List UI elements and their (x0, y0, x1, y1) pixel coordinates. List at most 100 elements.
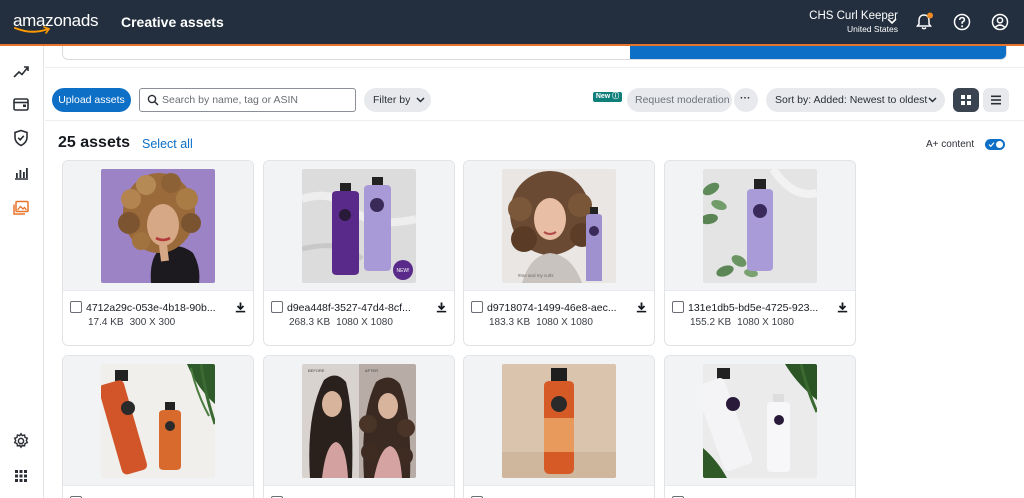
creative-assets-icon[interactable] (11, 198, 31, 218)
download-icon[interactable] (235, 302, 246, 313)
search-icon (147, 94, 159, 106)
asset-thumbnail-area (665, 356, 855, 486)
toggle-knob (996, 141, 1003, 148)
aplus-content-toggle[interactable] (985, 139, 1005, 150)
logo-smile-icon (14, 26, 51, 34)
account-switcher[interactable]: CHS Curl Keeper United States (809, 9, 898, 35)
chevron-down-icon[interactable] (886, 16, 898, 26)
page-title: Creative assets (121, 14, 224, 30)
asset-select-checkbox[interactable] (471, 301, 483, 313)
asset-thumbnail-area (464, 356, 654, 486)
banner-highlight (630, 46, 1006, 59)
shield-icon[interactable] (11, 128, 31, 148)
request-moderation-button[interactable]: Request moderation (627, 88, 732, 112)
info-icon: ⓘ (610, 93, 620, 100)
asset-thumbnail[interactable]: NEW! (302, 169, 416, 283)
asset-thumbnail[interactable]: BEFORE AFTER (302, 364, 416, 478)
divider (45, 120, 1024, 121)
svg-text:AFTER: AFTER (365, 368, 378, 373)
asset-image: BEFORE AFTER (302, 364, 416, 478)
list-view-button[interactable] (983, 88, 1009, 112)
check-icon (988, 142, 995, 148)
aplus-content-label: A+ content (926, 139, 975, 150)
asset-thumbnail-area: BEFORE AFTER (264, 356, 454, 486)
top-bar: amazonads Creative assets CHS Curl Keepe… (0, 0, 1024, 44)
help-icon[interactable] (952, 12, 972, 32)
asset-card[interactable] (463, 355, 655, 498)
asset-image (703, 364, 817, 478)
divider (45, 67, 1024, 68)
account-country: United States (846, 24, 898, 34)
asset-image (502, 364, 616, 478)
settings-icon[interactable] (11, 431, 31, 451)
asset-meta: 268.3 KB 1080 X 1080 (289, 317, 393, 328)
asset-select-checkbox[interactable] (70, 301, 82, 313)
asset-card[interactable]: BEFORE AFTER (263, 355, 455, 498)
new-badge-label: New (595, 93, 611, 100)
more-actions-button[interactable]: ··· (734, 88, 758, 112)
asset-count: 25 assets (58, 134, 131, 151)
asset-thumbnail-area: #me and my curls (464, 161, 654, 291)
asset-name: d9718074-1499-46e8-aec... (487, 302, 617, 314)
request-moderation-label: Request moderation (635, 94, 730, 106)
user-profile-icon[interactable] (990, 12, 1010, 32)
asset-thumbnail[interactable] (703, 364, 817, 478)
svg-text:NEW!: NEW! (396, 268, 409, 274)
asset-thumbnail-area (63, 161, 253, 291)
download-icon[interactable] (837, 302, 848, 313)
asset-thumbnail[interactable] (101, 364, 215, 478)
trend-icon[interactable] (11, 62, 31, 82)
asset-card[interactable]: #me and my curls d9718074-1499-46e8-aec.… (463, 160, 655, 346)
asset-card[interactable]: NEW! d9ea448f-3527-47d4-8cf... 268.3 KB 1… (263, 160, 455, 346)
asset-thumbnail[interactable]: #me and my curls (502, 169, 616, 283)
select-all-link[interactable]: Select all (142, 137, 193, 151)
amazon-ads-logo[interactable]: amazonads (13, 10, 99, 36)
asset-card[interactable] (664, 355, 856, 498)
grid-view-button[interactable] (953, 88, 979, 112)
chevron-down-icon (928, 97, 937, 103)
apps-grid-icon[interactable] (11, 466, 31, 486)
asset-meta: 155.2 KB 1080 X 1080 (690, 317, 794, 328)
asset-name: 131e1db5-bd5e-4725-923... (688, 302, 819, 314)
asset-dimensions: 300 X 300 (129, 317, 176, 328)
asset-card[interactable] (62, 355, 254, 498)
upload-assets-button[interactable]: Upload assets (52, 88, 131, 112)
asset-thumbnail-area (63, 356, 253, 486)
asset-select-checkbox[interactable] (271, 301, 283, 313)
asset-image: NEW! (302, 169, 416, 283)
bar-chart-icon[interactable] (11, 163, 31, 183)
asset-thumbnail[interactable] (502, 364, 616, 478)
grid-view-icon (961, 95, 971, 105)
search-box[interactable] (139, 88, 356, 112)
bell-icon[interactable] (914, 12, 934, 32)
asset-file-size: 183.3 KB (489, 317, 531, 328)
sort-dropdown[interactable]: Sort by: Added: Newest to oldest (766, 88, 945, 112)
asset-thumbnail-area: NEW! (264, 161, 454, 291)
chevron-down-icon (416, 97, 425, 103)
asset-meta: 183.3 KB 1080 X 1080 (489, 317, 593, 328)
asset-image (703, 169, 817, 283)
asset-card[interactable]: 4712a29c-053e-4b18-90b... 17.4 KB 300 X 3… (62, 160, 254, 346)
download-icon[interactable] (636, 302, 647, 313)
asset-file-size: 268.3 KB (289, 317, 331, 328)
wallet-icon[interactable] (11, 94, 31, 114)
filter-by-label: Filter by (373, 94, 411, 106)
asset-thumbnail[interactable] (101, 169, 215, 283)
filter-by-dropdown[interactable]: Filter by (364, 88, 431, 112)
asset-dimensions: 1080 X 1080 (737, 317, 794, 328)
asset-name: d9ea448f-3527-47d4-8cf... (287, 302, 411, 314)
asset-name: 4712a29c-053e-4b18-90b... (86, 302, 216, 314)
asset-card[interactable]: 131e1db5-bd5e-4725-923... 155.2 KB 1080 X… (664, 160, 856, 346)
side-navigation (0, 46, 44, 498)
asset-image (101, 169, 215, 283)
search-input[interactable] (162, 91, 350, 109)
asset-file-size: 17.4 KB (88, 317, 124, 328)
new-feature-badge: New ⓘ (593, 92, 622, 102)
download-icon[interactable] (436, 302, 447, 313)
asset-thumbnail[interactable] (703, 169, 817, 283)
list-view-icon (991, 95, 1001, 105)
asset-image (101, 364, 215, 478)
asset-thumbnail-area (665, 161, 855, 291)
asset-select-checkbox[interactable] (672, 301, 684, 313)
asset-file-size: 155.2 KB (690, 317, 732, 328)
